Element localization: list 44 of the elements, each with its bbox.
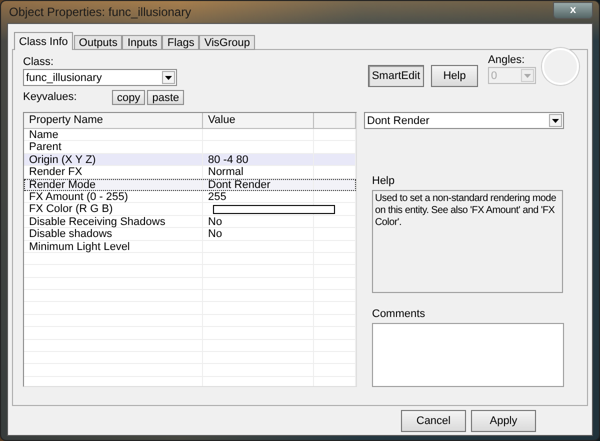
property-name: FX Color (R G B) bbox=[24, 203, 203, 216]
property-name: Disable shadows bbox=[24, 228, 203, 240]
cancel-button[interactable]: Cancel bbox=[401, 410, 466, 432]
column-header[interactable]: Value bbox=[203, 113, 314, 128]
smartedit-button[interactable]: SmartEdit bbox=[368, 65, 424, 87]
property-row[interactable]: Name bbox=[24, 129, 356, 142]
dropdown-arrow-icon bbox=[165, 76, 172, 80]
class-dropdown[interactable]: func_illusionary bbox=[23, 69, 177, 86]
angle-dial[interactable] bbox=[542, 48, 579, 85]
class-label: Class: bbox=[23, 56, 55, 69]
tab[interactable]: Inputs bbox=[122, 35, 162, 50]
help-button[interactable]: Help bbox=[431, 65, 478, 87]
value-dropdown[interactable]: Dont Render bbox=[364, 112, 564, 129]
help-text: Used to set a non-standard rendering mode on this entity. See also 'FX Amount' and 'FX Color'. bbox=[372, 190, 563, 293]
comments-label: Comments bbox=[372, 308, 426, 321]
help-label: Help bbox=[372, 175, 396, 188]
dropdown-arrow-icon bbox=[552, 118, 559, 122]
property-row[interactable]: FX Color (R G B) bbox=[24, 203, 356, 216]
property-row[interactable]: Render Mode Dont Render bbox=[24, 178, 356, 191]
keyvalues-label: Keyvalues: bbox=[23, 91, 78, 104]
dropdown-arrow-icon bbox=[524, 74, 531, 78]
property-row[interactable]: Parent bbox=[24, 141, 356, 154]
tab[interactable]: Flags bbox=[162, 35, 200, 50]
copy-button[interactable]: copy bbox=[112, 90, 146, 105]
property-row[interactable]: Disable Receiving Shadows No bbox=[24, 216, 356, 228]
property-name: Parent bbox=[24, 141, 203, 154]
property-row[interactable]: Origin (X Y Z) 80 -4 80 bbox=[24, 154, 356, 166]
column-header[interactable]: Property Name bbox=[24, 113, 203, 128]
angles-label: Angles: bbox=[488, 54, 526, 67]
property-value: No bbox=[203, 228, 314, 240]
tab[interactable]: Class Info bbox=[14, 32, 73, 50]
apply-button[interactable]: Apply bbox=[471, 410, 536, 432]
window-title: Object Properties: func_illusionary bbox=[8, 5, 192, 19]
property-row[interactable]: Minimum Light Level bbox=[24, 240, 356, 253]
property-row[interactable]: Disable shadows No bbox=[24, 228, 356, 241]
property-row[interactable]: FX Amount (0 - 255) 255 bbox=[24, 190, 356, 204]
tab[interactable]: Outputs bbox=[74, 35, 122, 50]
comments-field[interactable] bbox=[372, 323, 564, 387]
property-name: Render FX bbox=[24, 166, 203, 178]
close-button[interactable]: x bbox=[553, 2, 593, 18]
property-row[interactable]: Render FX Normal bbox=[24, 166, 356, 179]
property-value: Normal bbox=[203, 166, 314, 178]
paste-button[interactable]: paste bbox=[147, 90, 184, 105]
tab[interactable]: VisGroup bbox=[199, 35, 255, 50]
